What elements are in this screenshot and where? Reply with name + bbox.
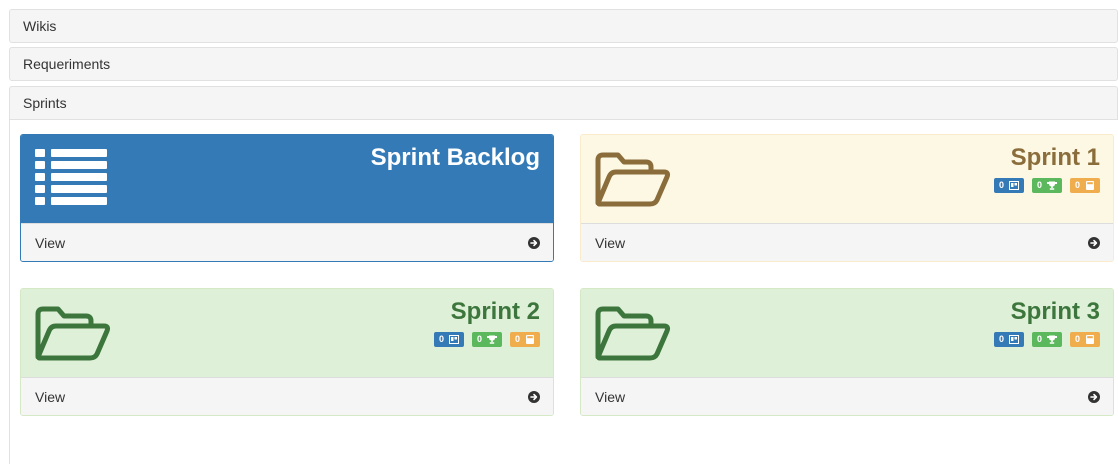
badge-count: 0 [476,334,482,344]
accordion-header-label: Sprints [23,95,67,111]
sprint-backlog-card: Sprint Backlog View [20,134,554,262]
view-label: View [35,389,66,405]
achievements-badge: 0 [1031,178,1062,193]
badge-count: 0 [438,334,444,344]
card-heading: Sprint 3 0 0 0 [581,289,1113,377]
estimates-badge: 0 [509,332,540,347]
trophy-icon [486,335,497,344]
badge-count: 0 [1074,334,1080,344]
folder-open-icon [35,306,111,361]
list-icon [35,149,107,205]
calculator-icon [526,335,534,344]
badge-count: 0 [998,180,1004,190]
view-link[interactable]: View [21,377,553,415]
view-label: View [595,235,626,251]
view-label: View [595,389,626,405]
calculator-icon [1086,181,1094,190]
card-title: Sprint 2 [450,298,540,325]
trophy-icon [1046,335,1057,344]
estimates-badge: 0 [1069,178,1100,193]
view-link[interactable]: View [21,223,553,261]
achievements-badge: 0 [471,332,502,347]
accordion-header-requirements[interactable]: Requeriments [9,47,1118,81]
badge-group: 0 0 0 [433,332,540,347]
view-label: View [35,235,66,251]
badge-count: 0 [1036,334,1042,344]
badge-count: 0 [998,334,1004,344]
card-title: Sprint Backlog [370,144,540,171]
board-icon [1008,335,1019,344]
badge-group: 0 0 0 [993,178,1100,193]
view-link[interactable]: View [581,223,1113,261]
arrow-circle-right-icon [1088,237,1100,249]
backlog-items-badge: 0 [993,332,1024,347]
backlog-items-badge: 0 [993,178,1024,193]
card-heading: Sprint 2 0 0 0 [21,289,553,377]
board-icon [448,335,459,344]
arrow-circle-right-icon [528,237,540,249]
accordion-header-sprints[interactable]: Sprints [9,86,1118,120]
sprint-card: Sprint 2 0 0 0 View [20,288,554,416]
accordion-header-label: Wikis [23,18,57,34]
sprint-card: Sprint 1 0 0 0 View [580,134,1114,262]
arrow-circle-right-icon [1088,391,1100,403]
estimates-badge: 0 [1069,332,1100,347]
badge-count: 0 [1074,180,1080,190]
achievements-badge: 0 [1031,332,1062,347]
folder-open-icon [595,306,671,361]
card-title: Sprint 3 [1010,298,1100,325]
accordion-header-wikis[interactable]: Wikis [9,9,1118,43]
sprint-card: Sprint 3 0 0 0 View [580,288,1114,416]
card-title: Sprint 1 [1010,144,1100,171]
arrow-circle-right-icon [528,391,540,403]
badge-group: 0 0 0 [993,332,1100,347]
view-link[interactable]: View [581,377,1113,415]
folder-open-icon [595,152,671,207]
card-heading: Sprint 1 0 0 0 [581,135,1113,223]
badge-count: 0 [1036,180,1042,190]
board-icon [1008,181,1019,190]
trophy-icon [1046,181,1057,190]
accordion-header-label: Requeriments [23,56,111,72]
backlog-items-badge: 0 [433,332,464,347]
badge-count: 0 [514,334,520,344]
calculator-icon [1086,335,1094,344]
card-heading: Sprint Backlog [21,135,553,223]
